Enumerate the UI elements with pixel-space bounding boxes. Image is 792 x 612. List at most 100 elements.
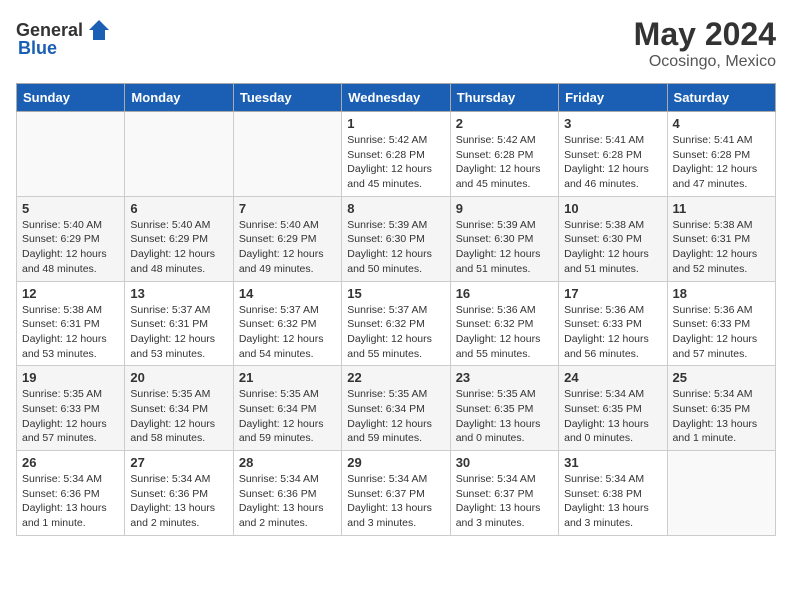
day-number: 17 (564, 286, 661, 301)
day-info: Sunrise: 5:34 AM Sunset: 6:36 PM Dayligh… (22, 472, 119, 531)
day-number: 12 (22, 286, 119, 301)
day-info: Sunrise: 5:39 AM Sunset: 6:30 PM Dayligh… (347, 218, 444, 277)
day-info: Sunrise: 5:37 AM Sunset: 6:31 PM Dayligh… (130, 303, 227, 362)
calendar-cell (667, 451, 775, 536)
day-number: 19 (22, 370, 119, 385)
logo-blue-text: Blue (18, 38, 57, 59)
calendar-cell: 13 Sunrise: 5:37 AM Sunset: 6:31 PM Dayli… (125, 281, 233, 366)
calendar-cell: 29 Sunrise: 5:34 AM Sunset: 6:37 PM Dayli… (342, 451, 450, 536)
day-info: Sunrise: 5:39 AM Sunset: 6:30 PM Dayligh… (456, 218, 553, 277)
day-info: Sunrise: 5:41 AM Sunset: 6:28 PM Dayligh… (564, 133, 661, 192)
calendar-cell: 20 Sunrise: 5:35 AM Sunset: 6:34 PM Dayli… (125, 366, 233, 451)
day-number: 24 (564, 370, 661, 385)
day-info: Sunrise: 5:38 AM Sunset: 6:30 PM Dayligh… (564, 218, 661, 277)
page-header: General Blue May 2024 Ocosingo, Mexico (16, 16, 776, 71)
calendar-cell: 28 Sunrise: 5:34 AM Sunset: 6:36 PM Dayli… (233, 451, 341, 536)
title-block: May 2024 Ocosingo, Mexico (634, 16, 776, 71)
title-location: Ocosingo, Mexico (634, 53, 776, 71)
day-number: 31 (564, 455, 661, 470)
calendar-table: SundayMondayTuesdayWednesdayThursdayFrid… (16, 83, 776, 536)
day-number: 27 (130, 455, 227, 470)
week-row-2: 5 Sunrise: 5:40 AM Sunset: 6:29 PM Daylig… (17, 196, 776, 281)
day-number: 25 (673, 370, 770, 385)
day-number: 20 (130, 370, 227, 385)
calendar-cell: 22 Sunrise: 5:35 AM Sunset: 6:34 PM Dayli… (342, 366, 450, 451)
calendar-cell (17, 112, 125, 197)
day-info: Sunrise: 5:34 AM Sunset: 6:37 PM Dayligh… (347, 472, 444, 531)
day-number: 29 (347, 455, 444, 470)
day-number: 18 (673, 286, 770, 301)
weekday-header-friday: Friday (559, 84, 667, 112)
day-info: Sunrise: 5:36 AM Sunset: 6:32 PM Dayligh… (456, 303, 553, 362)
day-number: 9 (456, 201, 553, 216)
day-info: Sunrise: 5:38 AM Sunset: 6:31 PM Dayligh… (673, 218, 770, 277)
day-info: Sunrise: 5:34 AM Sunset: 6:35 PM Dayligh… (564, 387, 661, 446)
weekday-header-monday: Monday (125, 84, 233, 112)
day-number: 6 (130, 201, 227, 216)
calendar-cell (233, 112, 341, 197)
calendar-cell: 26 Sunrise: 5:34 AM Sunset: 6:36 PM Dayli… (17, 451, 125, 536)
day-number: 10 (564, 201, 661, 216)
day-info: Sunrise: 5:35 AM Sunset: 6:34 PM Dayligh… (130, 387, 227, 446)
day-info: Sunrise: 5:35 AM Sunset: 6:34 PM Dayligh… (239, 387, 336, 446)
day-number: 4 (673, 116, 770, 131)
day-number: 14 (239, 286, 336, 301)
day-number: 3 (564, 116, 661, 131)
calendar-cell: 30Sunrise: 5:34 AM Sunset: 6:37 PM Dayli… (450, 451, 558, 536)
day-number: 26 (22, 455, 119, 470)
week-row-5: 26 Sunrise: 5:34 AM Sunset: 6:36 PM Dayli… (17, 451, 776, 536)
day-number: 2 (456, 116, 553, 131)
calendar-cell: 9 Sunrise: 5:39 AM Sunset: 6:30 PM Daylig… (450, 196, 558, 281)
calendar-cell (125, 112, 233, 197)
logo-icon (85, 16, 113, 44)
calendar-cell: 25 Sunrise: 5:34 AM Sunset: 6:35 PM Dayli… (667, 366, 775, 451)
day-info: Sunrise: 5:41 AM Sunset: 6:28 PM Dayligh… (673, 133, 770, 192)
day-info: Sunrise: 5:34 AM Sunset: 6:35 PM Dayligh… (673, 387, 770, 446)
weekday-header-tuesday: Tuesday (233, 84, 341, 112)
weekday-header-row: SundayMondayTuesdayWednesdayThursdayFrid… (17, 84, 776, 112)
calendar-cell: 5 Sunrise: 5:40 AM Sunset: 6:29 PM Daylig… (17, 196, 125, 281)
day-info: Sunrise: 5:34 AM Sunset: 6:37 PM Dayligh… (456, 472, 553, 531)
day-number: 23 (456, 370, 553, 385)
day-info: Sunrise: 5:34 AM Sunset: 6:38 PM Dayligh… (564, 472, 661, 531)
day-number: 7 (239, 201, 336, 216)
day-info: Sunrise: 5:35 AM Sunset: 6:33 PM Dayligh… (22, 387, 119, 446)
calendar-cell: 14 Sunrise: 5:37 AM Sunset: 6:32 PM Dayli… (233, 281, 341, 366)
weekday-header-thursday: Thursday (450, 84, 558, 112)
calendar-cell: 17 Sunrise: 5:36 AM Sunset: 6:33 PM Dayli… (559, 281, 667, 366)
day-number: 13 (130, 286, 227, 301)
weekday-header-wednesday: Wednesday (342, 84, 450, 112)
day-info: Sunrise: 5:34 AM Sunset: 6:36 PM Dayligh… (239, 472, 336, 531)
day-number: 22 (347, 370, 444, 385)
day-info: Sunrise: 5:36 AM Sunset: 6:33 PM Dayligh… (564, 303, 661, 362)
calendar-cell: 3 Sunrise: 5:41 AM Sunset: 6:28 PM Daylig… (559, 112, 667, 197)
day-info: Sunrise: 5:37 AM Sunset: 6:32 PM Dayligh… (347, 303, 444, 362)
day-info: Sunrise: 5:34 AM Sunset: 6:36 PM Dayligh… (130, 472, 227, 531)
day-number: 28 (239, 455, 336, 470)
calendar-cell: 15 Sunrise: 5:37 AM Sunset: 6:32 PM Dayli… (342, 281, 450, 366)
day-info: Sunrise: 5:42 AM Sunset: 6:28 PM Dayligh… (347, 133, 444, 192)
calendar-cell: 11 Sunrise: 5:38 AM Sunset: 6:31 PM Dayli… (667, 196, 775, 281)
day-info: Sunrise: 5:40 AM Sunset: 6:29 PM Dayligh… (130, 218, 227, 277)
day-number: 5 (22, 201, 119, 216)
day-number: 11 (673, 201, 770, 216)
week-row-4: 19 Sunrise: 5:35 AM Sunset: 6:33 PM Dayli… (17, 366, 776, 451)
calendar-cell: 16Sunrise: 5:36 AM Sunset: 6:32 PM Dayli… (450, 281, 558, 366)
day-info: Sunrise: 5:35 AM Sunset: 6:34 PM Dayligh… (347, 387, 444, 446)
calendar-cell: 2 Sunrise: 5:42 AM Sunset: 6:28 PM Daylig… (450, 112, 558, 197)
calendar-cell: 1Sunrise: 5:42 AM Sunset: 6:28 PM Daylig… (342, 112, 450, 197)
day-number: 15 (347, 286, 444, 301)
calendar-cell: 27 Sunrise: 5:34 AM Sunset: 6:36 PM Dayli… (125, 451, 233, 536)
title-month: May 2024 (634, 16, 776, 53)
day-info: Sunrise: 5:40 AM Sunset: 6:29 PM Dayligh… (22, 218, 119, 277)
day-info: Sunrise: 5:42 AM Sunset: 6:28 PM Dayligh… (456, 133, 553, 192)
calendar-cell: 8 Sunrise: 5:39 AM Sunset: 6:30 PM Daylig… (342, 196, 450, 281)
day-info: Sunrise: 5:37 AM Sunset: 6:32 PM Dayligh… (239, 303, 336, 362)
calendar-cell: 18Sunrise: 5:36 AM Sunset: 6:33 PM Dayli… (667, 281, 775, 366)
weekday-header-saturday: Saturday (667, 84, 775, 112)
calendar-cell: 4 Sunrise: 5:41 AM Sunset: 6:28 PM Daylig… (667, 112, 775, 197)
calendar-cell: 19 Sunrise: 5:35 AM Sunset: 6:33 PM Dayli… (17, 366, 125, 451)
calendar-cell: 21Sunrise: 5:35 AM Sunset: 6:34 PM Dayli… (233, 366, 341, 451)
logo: General Blue (16, 16, 113, 59)
day-number: 8 (347, 201, 444, 216)
